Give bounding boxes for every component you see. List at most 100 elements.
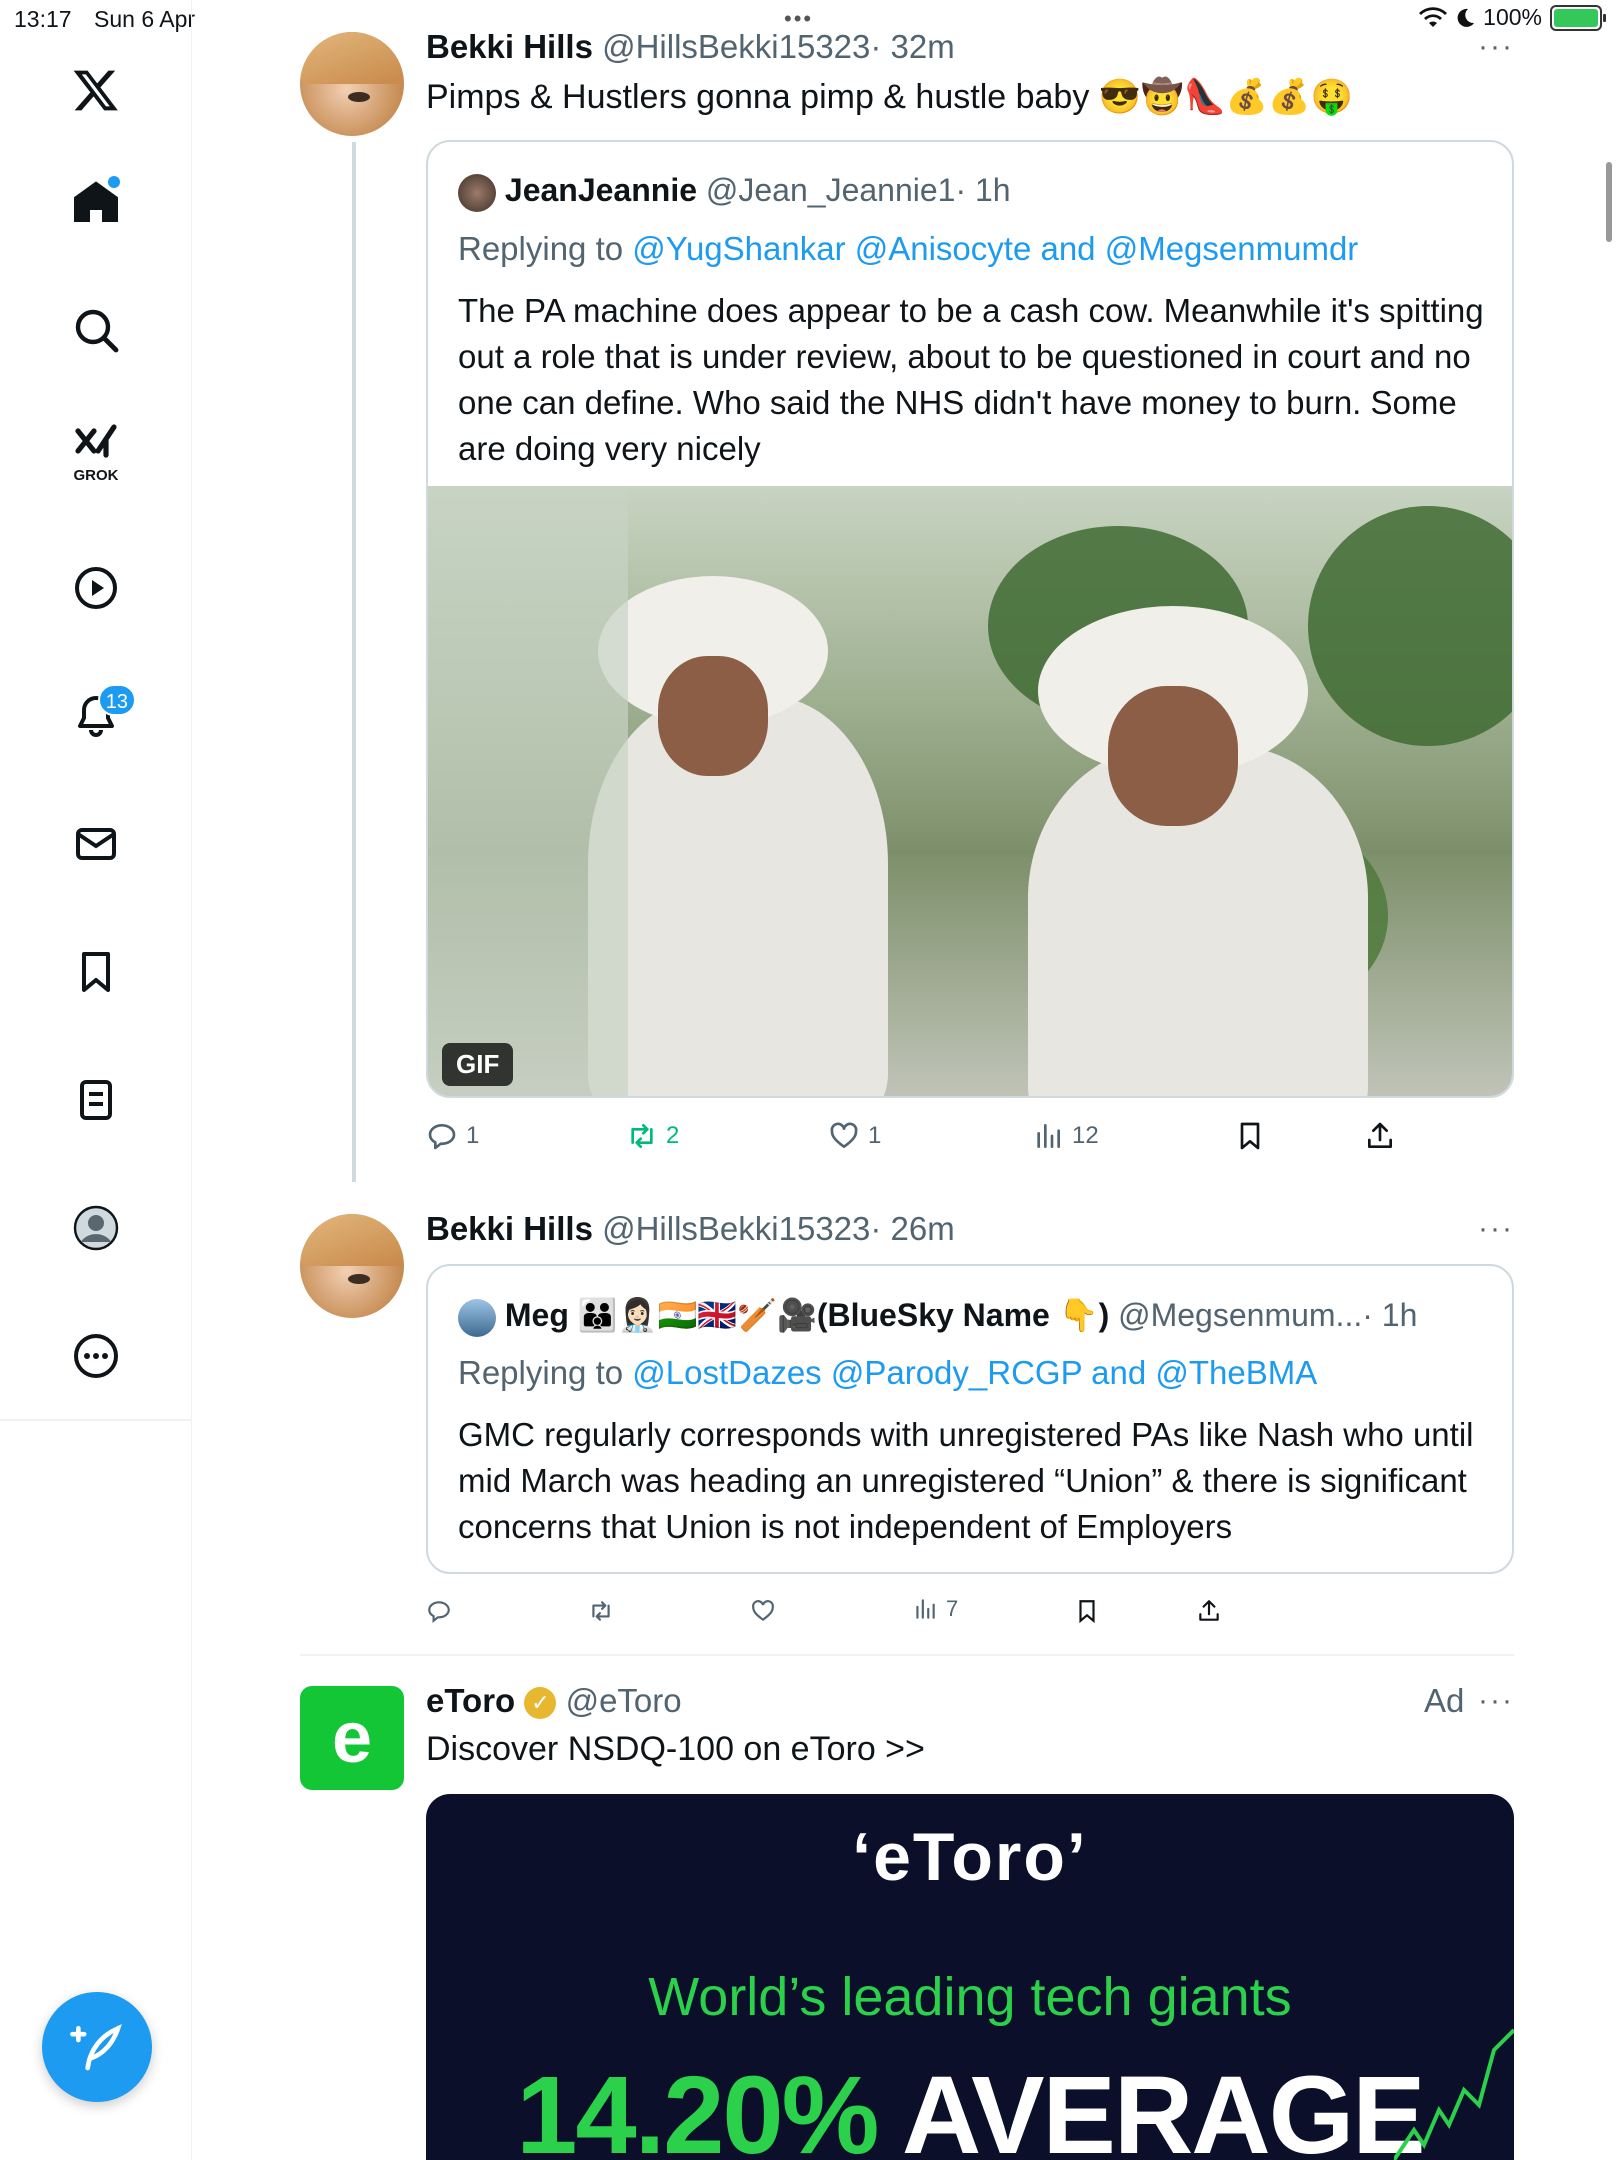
views-icon — [916, 1599, 935, 1619]
bookmark-icon — [1079, 1600, 1095, 1624]
quote-author-handle: @Megsenmum... — [1118, 1297, 1363, 1333]
sidebar-item-search[interactable] — [56, 290, 136, 370]
replying-to-users[interactable]: @LostDazes @Parody_RCGP and @TheBMA — [632, 1354, 1317, 1391]
repost-icon — [592, 1601, 610, 1621]
view-count: 12 — [1072, 1122, 1099, 1149]
compose-icon — [70, 2024, 122, 2071]
post-separator — [300, 1654, 1514, 1656]
notifications-badge: 13 — [97, 684, 136, 716]
bookmark-button[interactable] — [1074, 1598, 1100, 1624]
moon-icon — [1457, 8, 1475, 27]
ad-card[interactable]: ‘eToro’ World’s leading tech giants 14.2… — [426, 1794, 1514, 2160]
gif-media[interactable]: GIF — [428, 486, 1512, 1096]
etoro-logo[interactable]: e — [300, 1686, 404, 1790]
like-count: 1 — [868, 1122, 882, 1149]
sidebar-item-messages[interactable] — [56, 804, 136, 884]
video-icon — [75, 567, 117, 609]
heart-icon — [830, 1122, 858, 1148]
sidebar-item-video[interactable] — [56, 548, 136, 628]
repost-button[interactable]: 2 — [626, 1120, 679, 1152]
views-button[interactable]: 7 — [912, 1596, 958, 1622]
quoted-post[interactable]: JeanJeannie @Jean_Jeannie1· 1h Replying … — [426, 140, 1514, 1098]
sidebar-divider — [0, 1419, 192, 1421]
sidebar-item-profile[interactable] — [56, 1188, 136, 1268]
search-icon — [75, 309, 119, 353]
ad-chart-line — [1394, 2028, 1514, 2160]
replying-prefix: Replying to — [458, 1354, 633, 1391]
gif-badge: GIF — [442, 1043, 514, 1086]
ad-headline: World’s leading tech giants — [648, 1967, 1292, 2027]
post-more-button[interactable]: ··· — [1478, 1212, 1514, 1246]
ad-label: Ad — [1424, 1682, 1465, 1719]
replying-to: Replying to @YugShankar @Anisocyte and @… — [458, 230, 1358, 268]
post-more-button[interactable]: ··· — [1478, 30, 1514, 64]
grok-icon — [75, 424, 117, 458]
reply-button[interactable] — [426, 1598, 452, 1624]
x-logo-icon[interactable] — [56, 50, 136, 130]
scrollbar[interactable] — [1606, 162, 1612, 242]
battery-icon — [1550, 4, 1606, 31]
quote-text: The PA machine does appear to be a cash … — [458, 292, 1484, 467]
view-count: 7 — [946, 1596, 959, 1621]
compose-button[interactable] — [42, 1992, 152, 2102]
author-name[interactable]: Bekki Hills — [426, 28, 593, 65]
share-button[interactable] — [1196, 1598, 1222, 1624]
ad-percentage: 14.20% — [516, 2054, 879, 2160]
bookmark-button[interactable] — [1234, 1120, 1266, 1152]
ad-brand: ‘eToro’ — [852, 1819, 1088, 1895]
author-handle[interactable]: @eToro — [566, 1682, 682, 1719]
messages-icon — [76, 828, 116, 860]
quoted-post[interactable]: Meg 👪👩🏻‍⚕️🇮🇳🇬🇧🏏🎥(BlueSky Name 👇) @Megsen… — [426, 1264, 1514, 1574]
sidebar: GROK 13 — [0, 0, 192, 2160]
like-button[interactable] — [750, 1598, 776, 1624]
sidebar-item-home[interactable] — [56, 162, 136, 242]
more-icon — [74, 1334, 118, 1378]
post-text: Pimps & Hustlers gonna pimp & hustle bab… — [426, 78, 1353, 116]
bookmark-icon — [1240, 1122, 1260, 1150]
post-header: Bekki Hills @HillsBekki15323· 26m — [426, 1210, 955, 1248]
author-handle[interactable]: @HillsBekki15323 — [602, 28, 870, 65]
avatar[interactable] — [300, 1214, 404, 1318]
avatar[interactable] — [300, 32, 404, 136]
replying-to-users[interactable]: @YugShankar @Anisocyte and @Megsenmumdr — [632, 230, 1358, 267]
verified-badge-icon: ✓ — [524, 1687, 557, 1720]
sidebar-item-bookmarks[interactable] — [56, 932, 136, 1012]
quote-avatar — [458, 1298, 496, 1337]
post-time: · 32m — [870, 28, 955, 65]
quote-author-handle: @Jean_Jeannie1 — [705, 172, 956, 208]
quote-author-name: JeanJeannie — [504, 172, 697, 208]
sidebar-item-more[interactable] — [56, 1316, 136, 1396]
like-button[interactable]: 1 — [828, 1120, 881, 1152]
reply-button[interactable]: 1 — [426, 1120, 479, 1152]
quote-time: · 1h — [1362, 1297, 1418, 1333]
repost-icon — [631, 1124, 653, 1148]
lists-icon — [80, 1080, 112, 1120]
reply-icon — [428, 1124, 456, 1150]
replying-prefix: Replying to — [458, 230, 633, 267]
views-button[interactable]: 12 — [1032, 1120, 1099, 1152]
views-icon — [1037, 1124, 1060, 1148]
reply-icon — [428, 1601, 450, 1624]
sidebar-item-grok[interactable]: GROK — [56, 410, 136, 490]
quote-time: · 1h — [955, 172, 1011, 208]
replying-to: Replying to @LostDazes @Parody_RCGP and … — [458, 1354, 1317, 1392]
post-more-button[interactable]: ··· — [1478, 1684, 1514, 1718]
share-icon — [1199, 1600, 1219, 1621]
quote-header: Meg 👪👩🏻‍⚕️🇮🇳🇬🇧🏏🎥(BlueSky Name 👇) @Megsen… — [458, 1296, 1417, 1337]
quote-avatar — [458, 173, 496, 212]
author-name[interactable]: eToro — [426, 1682, 515, 1719]
repost-button[interactable] — [588, 1598, 614, 1624]
repost-count: 2 — [666, 1122, 680, 1149]
grok-label: GROK — [73, 467, 119, 484]
share-button[interactable] — [1364, 1120, 1396, 1152]
post-header: Bekki Hills @HillsBekki15323· 32m — [426, 28, 955, 66]
ad-average: AVERAGE — [901, 2054, 1426, 2160]
sidebar-item-notifications[interactable]: 13 — [56, 676, 136, 756]
sidebar-item-lists[interactable] — [56, 1060, 136, 1140]
author-name[interactable]: Bekki Hills — [426, 1210, 593, 1247]
status-indicators: 100% — [1419, 4, 1606, 31]
ad-big-text: 14.20% AVERAGE — [426, 2052, 1514, 2160]
heart-icon — [752, 1600, 774, 1621]
author-handle[interactable]: @HillsBekki15323 — [602, 1210, 870, 1247]
bookmarks-icon — [82, 952, 110, 992]
